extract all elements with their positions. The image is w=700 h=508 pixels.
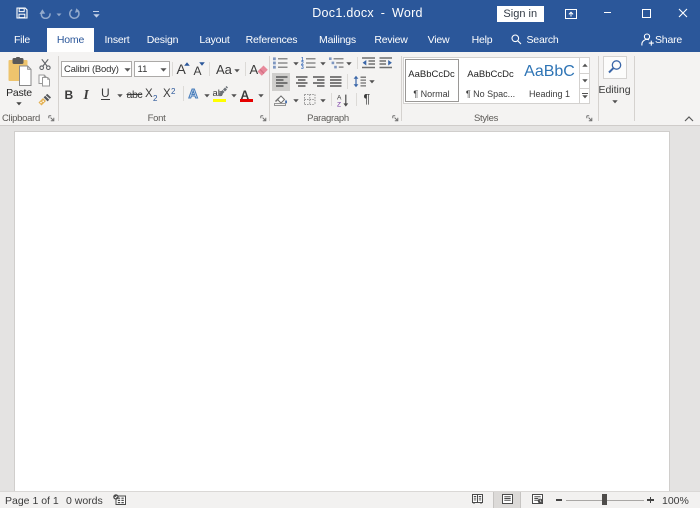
svg-text:3: 3 (301, 65, 304, 69)
svg-text:A: A (189, 86, 199, 100)
svg-text:Z: Z (337, 101, 341, 107)
